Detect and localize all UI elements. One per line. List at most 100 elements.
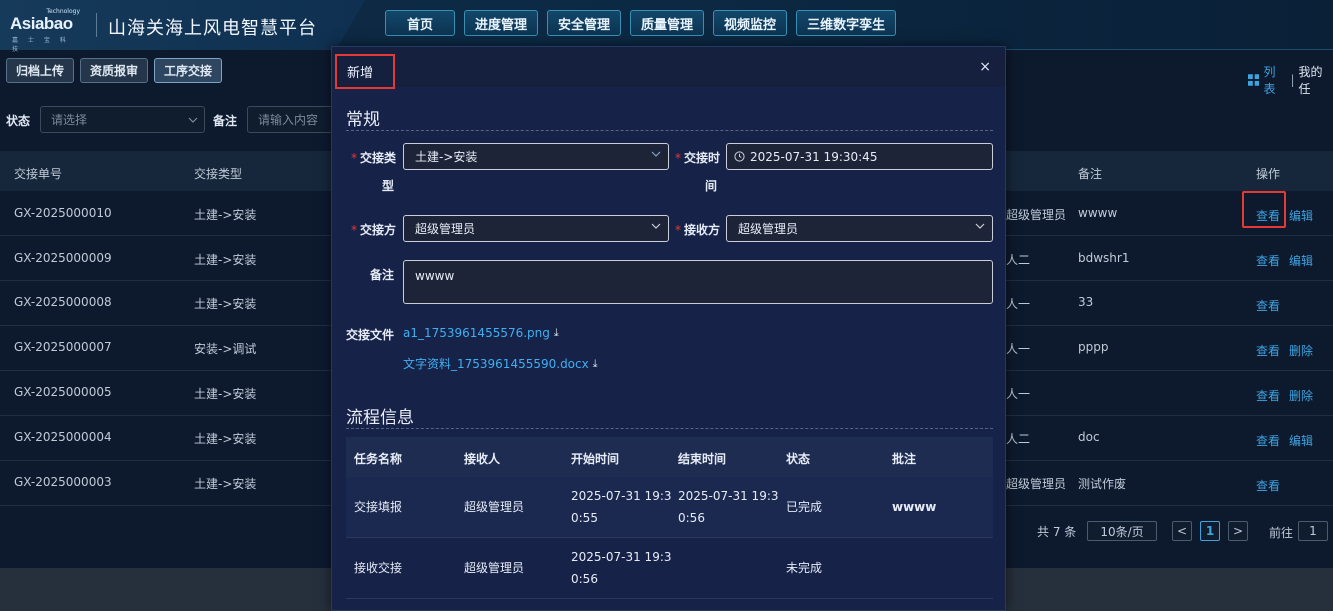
- nav-home[interactable]: 首页: [385, 10, 455, 36]
- goto-input[interactable]: 1: [1298, 521, 1328, 541]
- cell-type: 土建->安装: [194, 208, 257, 222]
- remark-label: 备注: [370, 268, 395, 282]
- cell-no: GX-2025000010: [14, 206, 112, 220]
- cell-remark: wwww: [1078, 206, 1118, 220]
- chevron-down-icon: [651, 151, 661, 157]
- view-link[interactable]: 查看: [1256, 387, 1280, 404]
- dialog-title: 新增: [335, 54, 395, 89]
- process-handover-button[interactable]: 工序交接: [154, 58, 223, 83]
- view-mine-link[interactable]: 我的任: [1299, 63, 1333, 97]
- remark-filter-label: 备注: [213, 114, 238, 128]
- page-size-value: 10条/页: [1100, 524, 1144, 539]
- status-filter-label: 状态: [6, 114, 31, 128]
- cell-type: 安装->调试: [194, 342, 257, 356]
- file-link[interactable]: a1_1753961455576.png ⤓: [403, 326, 559, 340]
- cell-person: 人一: [1006, 297, 1031, 311]
- view-list-link[interactable]: 列表: [1263, 63, 1286, 97]
- edit-link[interactable]: 编辑: [1289, 252, 1313, 269]
- flow-status: 已完成: [786, 500, 823, 514]
- dialog-header: 新增 ×: [332, 47, 1005, 89]
- goto-label: 前往: [1269, 526, 1294, 540]
- cell-type: 土建->安装: [194, 253, 257, 267]
- chevron-down-icon: [975, 223, 985, 229]
- page-size-select[interactable]: 10条/页: [1087, 521, 1157, 541]
- remark-filter-input[interactable]: 请输入内容: [247, 106, 337, 133]
- flow-th-receiver: 接收人: [464, 452, 501, 466]
- download-icon[interactable]: ⤓: [554, 326, 559, 340]
- to-label: * 接收方: [672, 221, 720, 238]
- current-page[interactable]: 1: [1200, 521, 1220, 541]
- close-icon[interactable]: ×: [979, 59, 991, 75]
- handover-party-value: 超级管理员: [415, 222, 476, 236]
- view-link[interactable]: 查看: [1256, 252, 1280, 269]
- prev-page-button[interactable]: <: [1172, 521, 1192, 541]
- view-link[interactable]: 查看: [1256, 477, 1280, 494]
- flow-end-line1: 2025-07-31 19:3: [678, 489, 779, 503]
- flow-start-line1: 2025-07-31 19:3: [571, 550, 672, 564]
- edit-link[interactable]: 编辑: [1289, 207, 1313, 224]
- th-no: 交接单号: [14, 167, 63, 181]
- delete-link[interactable]: 删除: [1289, 387, 1313, 404]
- file-link[interactable]: 文字资料_1753961455590.docx ⤓: [403, 355, 598, 372]
- cell-remark: doc: [1078, 430, 1100, 444]
- view-link[interactable]: 查看: [1256, 297, 1280, 314]
- from-label-text: 交接方: [359, 223, 396, 237]
- flow-th-start: 开始时间: [571, 452, 620, 466]
- main-nav: 首页 进度管理 安全管理 质量管理 视频监控 三维数字孪生: [385, 10, 897, 36]
- flow-row: 接收交接 超级管理员 2025-07-31 19:3 0:56 未完成: [346, 538, 993, 599]
- archive-upload-button[interactable]: 归档上传: [6, 58, 75, 83]
- cell-remark: 测试作废: [1078, 477, 1127, 491]
- to-label-text: 接收方: [683, 223, 720, 237]
- remark-filter-placeholder: 请输入内容: [258, 113, 319, 127]
- chevron-down-icon: [188, 117, 198, 123]
- from-label: * 交接方: [350, 221, 396, 238]
- file-name: a1_1753961455576.png: [403, 326, 550, 340]
- flow-th-status: 状态: [786, 452, 811, 466]
- cell-remark: bdwshr1: [1078, 251, 1130, 265]
- status-filter-select[interactable]: 请选择: [40, 106, 205, 133]
- cell-no: GX-2025000007: [14, 340, 112, 354]
- download-icon[interactable]: ⤓: [593, 357, 598, 371]
- flow-end: 2025-07-31 19:3 0:56: [678, 485, 779, 529]
- remark-value: wwww: [415, 269, 455, 283]
- next-page-button[interactable]: >: [1228, 521, 1248, 541]
- flow-row: 交接填报 超级管理员 2025-07-31 19:3 0:55 2025-07-…: [346, 477, 993, 538]
- flow-start: 2025-07-31 19:3 0:55: [571, 485, 672, 529]
- qualification-review-button[interactable]: 资质报审: [80, 58, 149, 83]
- nav-digital-twin[interactable]: 三维数字孪生: [796, 10, 897, 36]
- flow-th-note: 批注: [892, 452, 917, 466]
- cell-person: 人二: [1006, 253, 1031, 267]
- cell-person: 人二: [1006, 432, 1031, 446]
- flow-receiver: 超级管理员: [464, 500, 525, 514]
- th-remark: 备注: [1078, 167, 1103, 181]
- delete-link[interactable]: 删除: [1289, 342, 1313, 359]
- section-general-title: 常规: [346, 110, 380, 130]
- view-link[interactable]: 查看: [1256, 432, 1280, 449]
- th-type: 交接类型: [194, 167, 243, 181]
- grid-icon: [1248, 74, 1260, 86]
- highlight-box: [1242, 191, 1286, 228]
- handover-time-picker[interactable]: 2025-07-31 19:30:45: [726, 143, 993, 170]
- cell-no: GX-2025000009: [14, 251, 112, 265]
- section-divider: [346, 428, 993, 429]
- cell-type: 土建->安装: [194, 297, 257, 311]
- handover-type-select[interactable]: 土建->安装: [403, 143, 669, 170]
- receiving-party-select[interactable]: 超级管理员: [726, 215, 993, 242]
- flow-note: wwww: [892, 500, 937, 514]
- clock-icon: [734, 151, 745, 162]
- nav-quality[interactable]: 质量管理: [630, 10, 705, 36]
- chevron-down-icon: [651, 223, 661, 229]
- nav-video[interactable]: 视频监控: [713, 10, 788, 36]
- files-label: 交接文件: [346, 328, 395, 342]
- remark-textarea[interactable]: wwww: [403, 260, 993, 304]
- handover-party-select[interactable]: 超级管理员: [403, 215, 669, 242]
- th-ops: 操作: [1256, 167, 1281, 181]
- time-label-text: 交接时: [683, 151, 720, 165]
- nav-progress[interactable]: 进度管理: [464, 10, 539, 36]
- nav-safety[interactable]: 安全管理: [547, 10, 622, 36]
- cell-remark: 33: [1078, 295, 1094, 309]
- edit-link[interactable]: 编辑: [1289, 432, 1313, 449]
- view-link[interactable]: 查看: [1256, 342, 1280, 359]
- flow-status: 未完成: [786, 561, 823, 575]
- flow-start: 2025-07-31 19:3 0:56: [571, 546, 672, 590]
